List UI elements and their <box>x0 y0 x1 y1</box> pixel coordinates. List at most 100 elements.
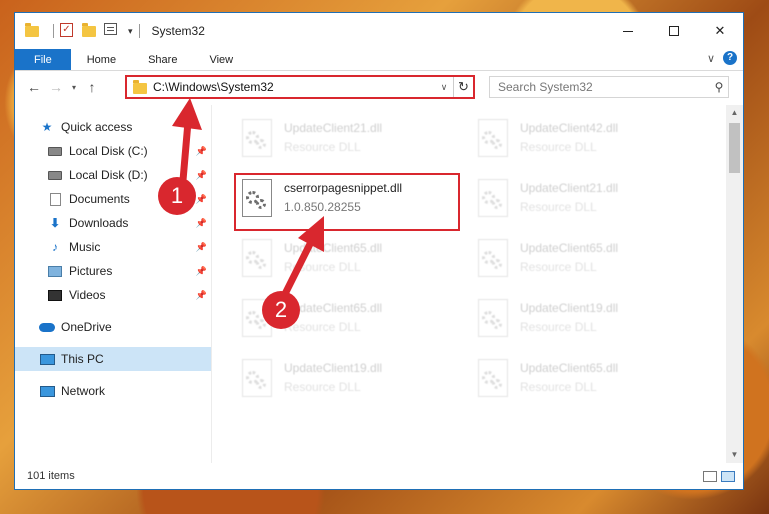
tab-share[interactable]: Share <box>132 49 193 70</box>
address-dropdown-chevron-icon[interactable]: ∨ <box>435 82 453 93</box>
file-description: Resource DLL <box>284 140 361 154</box>
folder-icon <box>25 23 41 39</box>
network-icon <box>39 384 55 398</box>
explorer-window: ✓ ▾ System32 ✕ File Home Share View ∨ ? … <box>14 12 744 490</box>
address-path[interactable]: C:\Windows\System32 <box>153 80 435 94</box>
dll-file-icon <box>472 237 512 281</box>
file-name: UpdateClient19.dll <box>284 361 383 375</box>
sidebar-item-label: OneDrive <box>61 320 112 334</box>
address-bar[interactable]: C:\Windows\System32 ∨ ↻ <box>125 75 475 99</box>
scroll-up-icon[interactable]: ▲ <box>726 105 743 121</box>
dll-file-icon <box>472 177 512 221</box>
pin-icon[interactable]: 📌 <box>196 218 207 229</box>
sidebar-item-videos[interactable]: Videos 📌 <box>15 283 211 307</box>
new-folder-icon[interactable] <box>82 23 98 39</box>
dll-file-icon <box>236 237 276 281</box>
file-item[interactable]: UpdateClient65.dll Resource DLL <box>472 237 692 293</box>
pin-icon[interactable]: 📌 <box>196 170 207 181</box>
cloud-icon <box>39 320 55 334</box>
file-description: Resource DLL <box>284 320 361 334</box>
film-icon <box>47 288 63 302</box>
minimize-icon <box>623 30 633 32</box>
recent-locations-chevron-icon[interactable]: ▾ <box>67 83 81 92</box>
file-item[interactable]: UpdateClient42.dll Resource DLL <box>472 117 692 173</box>
tab-view[interactable]: View <box>193 49 249 70</box>
file-description: Resource DLL <box>520 200 597 214</box>
pin-icon[interactable]: 📌 <box>196 290 207 301</box>
sidebar-item-label: Documents <box>69 192 130 206</box>
file-item[interactable]: UpdateClient19.dll Resource DLL <box>236 357 456 413</box>
file-item[interactable]: UpdateClient19.dll Resource DLL <box>472 297 692 353</box>
tab-file[interactable]: File <box>15 49 71 70</box>
file-name: UpdateClient21.dll <box>520 181 619 195</box>
pictures-icon <box>47 264 63 278</box>
pin-icon[interactable]: 📌 <box>196 194 207 205</box>
computer-icon <box>39 352 55 366</box>
sidebar-item-label: Quick access <box>61 120 133 134</box>
details-view-icon[interactable] <box>703 470 717 482</box>
navigation-pane: ★ Quick access Local Disk (C:) 📌 Local D… <box>15 105 211 463</box>
sidebar-item-label: Local Disk (C:) <box>69 144 148 158</box>
folder-icon <box>133 80 147 94</box>
sidebar-item-label: Music <box>69 240 101 254</box>
dll-file-icon <box>472 117 512 161</box>
scroll-thumb[interactable] <box>729 123 740 173</box>
file-name: UpdateClient19.dll <box>520 301 619 315</box>
sidebar-item-downloads[interactable]: ⬇ Downloads 📌 <box>15 211 211 235</box>
dll-file-icon <box>472 357 512 401</box>
sidebar-item-quick-access[interactable]: ★ Quick access <box>15 115 211 139</box>
step-2-badge: 2 <box>262 291 300 329</box>
dll-file-icon <box>472 297 512 341</box>
search-input[interactable]: Search System32 ⚲ <box>489 76 729 98</box>
sidebar-item-network[interactable]: Network <box>15 379 211 403</box>
help-icon[interactable]: ? <box>723 51 737 65</box>
item-count: 101 items <box>27 470 75 482</box>
sidebar-item-onedrive[interactable]: OneDrive <box>15 315 211 339</box>
file-description: Resource DLL <box>520 260 597 274</box>
sidebar-item-local-disk-c[interactable]: Local Disk (C:) 📌 <box>15 139 211 163</box>
file-item[interactable]: UpdateClient21.dll Resource DLL <box>472 177 692 233</box>
dll-file-icon <box>236 357 276 401</box>
expand-ribbon-chevron-icon[interactable]: ∨ <box>707 52 715 65</box>
scroll-down-icon[interactable]: ▼ <box>726 447 743 463</box>
search-icon[interactable]: ⚲ <box>710 80 728 94</box>
file-item[interactable]: UpdateClient65.dll Resource DLL <box>236 237 456 293</box>
back-arrow-icon[interactable]: ← <box>23 79 45 95</box>
dll-file-icon <box>236 117 276 161</box>
close-icon: ✕ <box>714 23 726 38</box>
forward-arrow-icon[interactable]: → <box>45 79 67 95</box>
customize-toolbar-chevron-icon[interactable]: ▾ <box>128 26 133 37</box>
search-placeholder: Search System32 <box>498 80 593 94</box>
sidebar-item-music[interactable]: ♪ Music 📌 <box>15 235 211 259</box>
drive-icon <box>47 144 63 158</box>
close-button[interactable]: ✕ <box>697 13 743 49</box>
minimize-button[interactable] <box>605 13 651 49</box>
maximize-button[interactable] <box>651 13 697 49</box>
ribbon-tabs: File Home Share View ∨ ? <box>15 49 743 71</box>
refresh-icon[interactable]: ↻ <box>453 77 473 97</box>
window-title: System32 <box>151 24 205 38</box>
sidebar-item-pictures[interactable]: Pictures 📌 <box>15 259 211 283</box>
download-arrow-icon: ⬇ <box>49 216 61 230</box>
properties-check-icon[interactable]: ✓ <box>60 23 76 39</box>
pin-icon[interactable]: 📌 <box>196 146 207 157</box>
file-description: Resource DLL <box>284 260 361 274</box>
sidebar-item-this-pc[interactable]: This PC <box>15 347 211 371</box>
highlight-box <box>234 173 460 231</box>
properties-icon[interactable] <box>104 23 120 39</box>
vertical-scrollbar[interactable]: ▲ ▼ <box>726 105 743 463</box>
file-description: Resource DLL <box>520 380 597 394</box>
up-arrow-icon[interactable]: ↑ <box>81 79 103 95</box>
tab-home[interactable]: Home <box>71 49 132 70</box>
file-name: UpdateClient65.dll <box>284 241 383 255</box>
address-row: ← → ▾ ↑ C:\Windows\System32 ∨ ↻ Search S… <box>15 71 743 103</box>
file-item[interactable]: UpdateClient65.dll Resource DLL <box>472 357 692 413</box>
window-controls: ✕ <box>605 13 743 49</box>
tiles-view-icon[interactable] <box>721 470 735 482</box>
file-name: UpdateClient65.dll <box>520 241 619 255</box>
star-icon: ★ <box>41 120 53 134</box>
file-item[interactable]: UpdateClient21.dll Resource DLL <box>236 117 456 173</box>
pin-icon[interactable]: 📌 <box>196 266 207 277</box>
pin-icon[interactable]: 📌 <box>196 242 207 253</box>
maximize-icon <box>669 26 679 36</box>
